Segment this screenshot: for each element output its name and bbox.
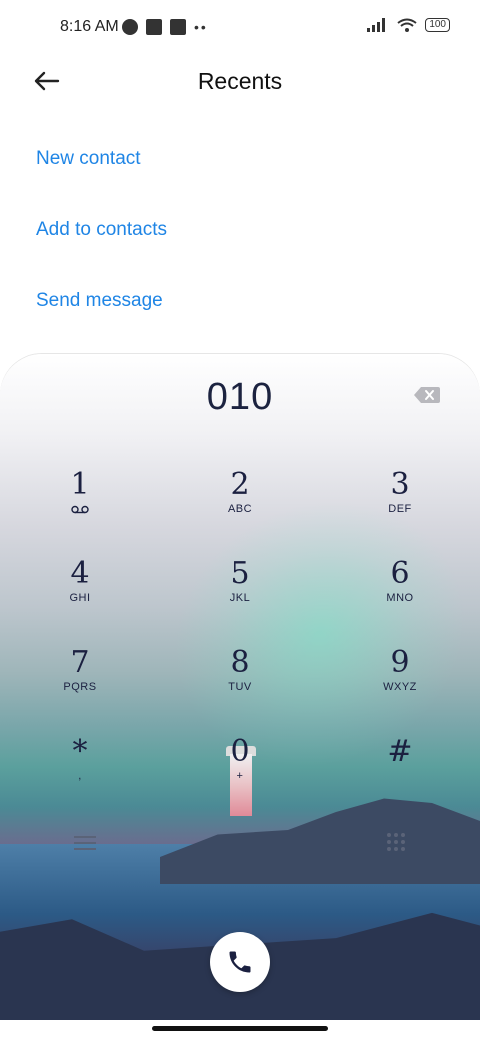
add-to-contacts-link[interactable]: Add to contacts — [36, 219, 167, 241]
key-6[interactable]: 6 MNO — [345, 558, 455, 628]
voicemail-icon — [71, 505, 89, 514]
key-4[interactable]: 4 GHI — [25, 558, 135, 628]
key-digit: 1 — [70, 467, 90, 502]
keypad-icon[interactable] — [386, 832, 406, 852]
dialed-number: 010 — [206, 376, 274, 418]
key-8[interactable]: 8 TUV — [185, 647, 295, 717]
page-title: Recents — [197, 68, 283, 94]
key-5[interactable]: 5 JKL — [185, 558, 295, 628]
app-notification-icon — [122, 19, 138, 35]
battery-icon: 100 — [425, 18, 450, 32]
key-letters: WXYZ — [383, 681, 417, 693]
key-digit: 8 — [230, 645, 250, 680]
signal-icon — [367, 18, 386, 32]
key-hash[interactable]: # — [345, 736, 455, 806]
key-0[interactable]: 0 + — [185, 736, 295, 806]
key-letters: JKL — [229, 592, 251, 604]
menu-icon[interactable] — [74, 834, 96, 852]
key-letters: TUV — [228, 681, 252, 693]
key-7[interactable]: 7 PQRS — [25, 647, 135, 717]
send-message-link[interactable]: Send message — [36, 290, 163, 312]
key-digit: 4 — [70, 556, 90, 591]
key-letters: + — [236, 770, 244, 782]
notification-icons: •• — [122, 19, 208, 35]
key-digit: # — [387, 734, 413, 769]
key-letters: DEF — [388, 503, 412, 515]
key-digit: 5 — [230, 556, 250, 591]
key-digit: * — [72, 734, 88, 769]
wifi-icon — [397, 18, 417, 32]
key-2[interactable]: 2 ABC — [185, 469, 295, 539]
home-indicator[interactable] — [152, 1026, 328, 1031]
rock-decoration — [160, 798, 480, 884]
key-digit: 6 — [390, 556, 410, 591]
phone-icon — [229, 951, 251, 973]
key-digit: 0 — [230, 734, 250, 769]
upload-notification-icon — [170, 19, 186, 35]
key-3[interactable]: 3 DEF — [345, 469, 455, 539]
key-letters: , — [78, 770, 82, 782]
key-1[interactable]: 1 — [25, 469, 135, 539]
status-bar: 8:16 AM •• 100 — [0, 0, 480, 56]
app-notification-icon — [146, 19, 162, 35]
key-digit: 3 — [390, 467, 410, 502]
new-contact-link[interactable]: New contact — [36, 148, 141, 170]
system-icons: 100 — [367, 18, 450, 32]
key-star[interactable]: * , — [25, 736, 135, 806]
key-9[interactable]: 9 WXYZ — [345, 647, 455, 717]
key-letters: MNO — [386, 592, 414, 604]
key-digit: 9 — [390, 645, 410, 680]
header: Recents — [0, 60, 480, 104]
backspace-icon[interactable] — [414, 387, 440, 403]
key-letters: PQRS — [63, 681, 97, 693]
key-letters: GHI — [69, 592, 91, 604]
dial-panel: 010 1 2 ABC 3 DEF 4 GHI 5 JKL 6 MNO 7 PQ… — [0, 354, 480, 1020]
status-time: 8:16 AM — [60, 18, 119, 35]
key-digit: 7 — [70, 645, 90, 680]
key-digit: 2 — [230, 467, 250, 502]
more-notifications-icon: •• — [194, 19, 208, 35]
call-button[interactable] — [210, 932, 270, 992]
key-letters: ABC — [227, 503, 253, 515]
